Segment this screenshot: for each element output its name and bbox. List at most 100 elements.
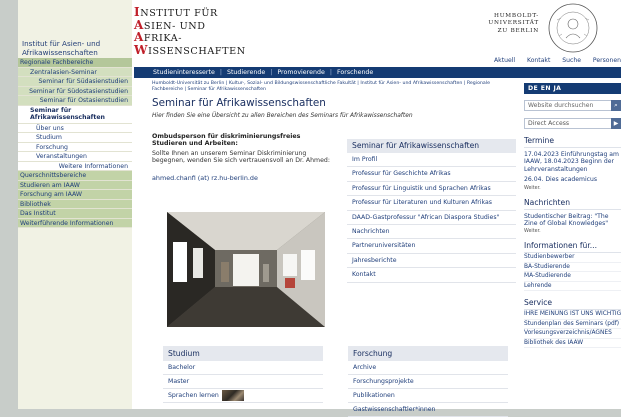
nachrichten-heading: Nachrichten [524, 195, 621, 210]
seminar-link-literaturen[interactable]: Professur für Literaturen und Kulturen A… [347, 196, 516, 211]
seminar-link-profil[interactable]: Im Profil [347, 153, 516, 168]
info-heading: Informationen für... [524, 238, 621, 254]
info-link-lehrende[interactable]: Lehrende [524, 282, 621, 292]
right-sidebar: DE EN JA Website durchsuchen ⌕ Direct Ac… [524, 83, 621, 349]
arrow-right-icon[interactable]: ▶ [611, 118, 621, 129]
seminar-link-linguistik[interactable]: Professur für Linguistik und Sprachen Af… [347, 182, 516, 197]
service-link-bibliothek[interactable]: Bibliothek des IAAW [524, 339, 621, 349]
sidebar-subitem-studium[interactable]: Studium [18, 133, 132, 143]
studium-link-sprachen-label: Sprachen lernen [168, 392, 219, 399]
search-icon[interactable]: ⌕ [611, 100, 621, 111]
studium-link-sprachen[interactable]: Sprachen lernen [163, 389, 323, 403]
main-nav-studieninteressierte[interactable]: Studieninteresserte [153, 69, 215, 76]
main-nav-bar: Studieninteresserte | Studierende | Promovie… [134, 67, 621, 78]
nav-separator: | [270, 69, 273, 76]
seminar-box-header: Seminar für Afrikawissenschaften [347, 139, 516, 153]
left-sidebar: Institut für Asien- und Afrikawissenscha… [18, 0, 132, 409]
dies-text[interactable]: 26.04. Dies academicus [524, 176, 621, 183]
util-link-suche[interactable]: Suche [562, 57, 581, 66]
sidebar-item-querschnittsbereiche[interactable]: Querschnittsbereiche [18, 171, 132, 181]
forschung-link-archive[interactable]: Archive [348, 361, 508, 375]
main-nav-forschende[interactable]: Forschende [337, 69, 373, 76]
sidebar-item-studieren[interactable]: Studieren am IAAW [18, 180, 132, 190]
forschung-link-projekte[interactable]: Forschungsprojekte [348, 375, 508, 389]
ombuds-text: Sollte Ihnen an unserem Seminar Diskrimi… [152, 150, 330, 165]
info-link-bewerber[interactable]: Studienbewerber [524, 253, 621, 263]
sidebar-nav: Regionale Fachbereiche Zentralasien-Semi… [18, 58, 132, 228]
termine-heading: Termine [524, 133, 621, 148]
direct-access-label: Direct Access [528, 120, 570, 127]
seminar-link-jahresberichte[interactable]: Jahresberichte [347, 254, 516, 269]
sidebar-subitem-veranstaltungen[interactable]: Veranstaltungen [18, 152, 132, 162]
nachrichten-text[interactable]: Studentischer Beitrag: "The Zine of Glob… [524, 213, 621, 228]
forschung-link-publikationen[interactable]: Publikationen [348, 389, 508, 403]
logo-word: NSTITUT FÜR [140, 8, 218, 19]
ombuds-email-link[interactable]: ahmed.chanfi (at) rz.hu-berlin.de [152, 174, 258, 182]
sidebar-item-das-institut[interactable]: Das Institut [18, 209, 132, 219]
sidebar-item-bibliothek[interactable]: Bibliothek [18, 199, 132, 209]
sidebar-item-weiterfuehrende[interactable]: Weiterführende Informationen [18, 218, 132, 228]
seminar-box: Seminar für Afrikawissenschaften Im Prof… [347, 139, 516, 283]
sidebar-item-forschung-iaaw[interactable]: Forschung am IAAW [18, 190, 132, 200]
logo-word: FRIKA- [143, 33, 183, 44]
breadcrumb[interactable]: Humboldt-Universität zu Berlin | Kultur-… [152, 81, 492, 93]
logo-word: SIEN- UND [143, 20, 206, 32]
main-nav-promovierende[interactable]: Promovierende [277, 69, 325, 76]
nachrichten-more-link[interactable]: Weiter. [524, 229, 621, 234]
util-link-aktuell[interactable]: Aktuell [494, 57, 515, 66]
termine-more-link[interactable]: Weiter. [524, 186, 621, 191]
studium-link-master[interactable]: Master [163, 375, 323, 389]
logo-word: ISSENSCHAFTEN [148, 45, 246, 57]
direct-access-select[interactable]: Direct Access ▶ [524, 118, 621, 129]
logo-initial: W [134, 42, 149, 57]
page-intro: Hier finden Sie eine Übersicht zu allen … [152, 113, 413, 119]
info-link-ma[interactable]: MA-Studierende [524, 272, 621, 282]
util-link-personen[interactable]: Personen [593, 57, 621, 66]
sidebar-subitem-weitere-informationen[interactable]: Weitere Informationen [18, 161, 132, 171]
info-link-ba[interactable]: BA-Studierende [524, 263, 621, 273]
university-name-line: ZU BERLIN [497, 27, 539, 34]
forschung-box-header: Forschung [348, 346, 508, 361]
forschung-link-gastwissenschaftler[interactable]: Gastwissenschaftler*innen [348, 403, 508, 417]
forschung-box: Forschung Archive Forschungsprojekte Pub… [348, 346, 508, 417]
page: Institut für Asien- und Afrikawissenscha… [18, 0, 621, 417]
university-name-line: UNIVERSITÄT [488, 20, 539, 27]
nav-separator: | [219, 69, 222, 76]
service-link-stundenplan[interactable]: Stundenplan des Seminars (pdf) [524, 320, 621, 330]
seminar-link-nachrichten[interactable]: Nachrichten [347, 225, 516, 240]
service-link-agnes[interactable]: Vorlesungsverzeichnis/AGNES [524, 329, 621, 339]
site-title[interactable]: Institut für Asien- und Afrikawissenscha… [22, 39, 130, 57]
studium-box-header: Studium [163, 346, 323, 361]
sidebar-heading-regional[interactable]: Regionale Fachbereiche [18, 58, 132, 68]
page-title: Seminar für Afrikawissenschaften [152, 97, 326, 109]
sidebar-item-afrika-active[interactable]: Seminar für Afrikawissenschaften [18, 105, 132, 124]
institute-logo[interactable]: INSTITUT FÜR ASIEN- UND AFRIKA- WISSENSC… [134, 6, 274, 57]
sidebar-item-zentralasien[interactable]: Zentralasien-Seminar [18, 67, 132, 77]
sprachen-thumbnail [221, 389, 244, 401]
main-nav-studierende[interactable]: Studierende [227, 69, 265, 76]
sidebar-item-ostasien[interactable]: Seminar für Ostasienstudien [18, 96, 132, 106]
studium-box: Studium Bachelor Master Sprachen lernen [163, 346, 323, 403]
language-switcher[interactable]: DE EN JA [524, 83, 621, 94]
university-seal-icon[interactable] [547, 2, 599, 54]
university-name[interactable]: HUMBOLDT- UNIVERSITÄT ZU BERLIN [479, 13, 539, 35]
sidebar-subitem-ueber-uns[interactable]: Über uns [18, 123, 132, 133]
sidebar-subitem-forschung[interactable]: Forschung [18, 142, 132, 152]
site-search-input[interactable]: Website durchsuchen ⌕ [524, 100, 621, 111]
hallway-photo [167, 212, 325, 327]
search-placeholder: Website durchsuchen [528, 102, 594, 109]
utility-nav: Aktuell Kontakt Suche Personen [494, 57, 621, 66]
service-link-meinung[interactable]: IHRE MEINUNG IST UNS WICHTIG [524, 310, 621, 320]
ombuds-title: Ombudsperson für diskriminierungsfreies … [152, 133, 301, 148]
sidebar-item-suedasien[interactable]: Seminar für Südasienstudien [18, 77, 132, 87]
seminar-link-kontakt[interactable]: Kontakt [347, 268, 516, 283]
seminar-link-daad[interactable]: DAAD-Gastprofessur "African Diaspora Stu… [347, 211, 516, 225]
seminar-link-geschichte[interactable]: Professur für Geschichte Afrikas [347, 167, 516, 182]
studium-link-bachelor[interactable]: Bachelor [163, 361, 323, 375]
termine-text[interactable]: 17.04.2023 Einführungstag am IAAW, 18.04… [524, 151, 621, 173]
service-heading: Service [524, 295, 621, 311]
util-link-kontakt[interactable]: Kontakt [527, 57, 550, 66]
seminar-link-partner[interactable]: Partneruniversitäten [347, 239, 516, 254]
sidebar-item-suedostasien[interactable]: Seminar für Südostasienstudien [18, 86, 132, 96]
nav-separator: | [329, 69, 332, 76]
